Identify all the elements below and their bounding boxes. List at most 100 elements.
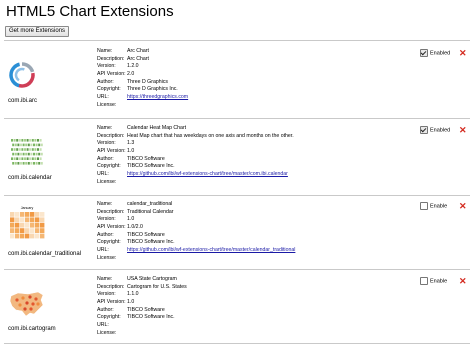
name-label: Name:	[97, 276, 113, 282]
heatmap-cell	[38, 143, 41, 147]
calendar-day-cell	[15, 233, 20, 239]
name-value: Arc Chart	[127, 48, 149, 54]
heatmap-cell	[33, 143, 35, 147]
heatmap-cell	[29, 139, 32, 142]
name-value: calendar_traditional	[127, 201, 173, 207]
api-version-value: 1.0	[127, 148, 135, 155]
description-label: Description:	[97, 208, 125, 215]
calendar-day-cell	[30, 233, 35, 239]
cartogram-state-marker	[21, 296, 25, 300]
api-version-label: API Version:	[97, 224, 126, 231]
heatmap-cell	[31, 139, 34, 142]
heatmap-cell	[24, 139, 26, 142]
author-label: Author:	[97, 306, 114, 313]
cartogram-state-marker	[34, 297, 38, 301]
enable-toggle[interactable]: Enable	[420, 277, 447, 285]
version-label: Version:	[97, 63, 116, 70]
name-value: Calendar Heat Map Chart	[127, 125, 187, 131]
url-label: URL:	[97, 322, 109, 329]
cartogram-state-marker	[23, 307, 27, 311]
copyright-label: Copyright:	[97, 239, 121, 246]
description-label: Description:	[97, 132, 125, 139]
calendar-day-cell	[25, 222, 30, 228]
heatmap-cell	[12, 152, 15, 156]
heatmap-cell	[40, 152, 43, 156]
url-label: URL:	[97, 247, 109, 254]
calendar-day-cell	[35, 217, 40, 223]
author-label: Author:	[97, 78, 114, 85]
enabled-checkbox[interactable]	[420, 49, 428, 57]
heatmap-cell	[14, 143, 17, 147]
cartogram-state-marker	[25, 301, 29, 305]
heatmap-cell	[35, 152, 38, 156]
close-icon[interactable]: ✕	[459, 48, 467, 58]
heatmap-cell	[14, 162, 17, 165]
author-value: TIBCO Software	[127, 231, 165, 238]
url-label: URL:	[97, 94, 109, 101]
heatmap-cell	[34, 157, 37, 160]
heatmap-cell	[29, 157, 32, 160]
author-value: TIBCO Software	[127, 155, 165, 162]
enable-toggle[interactable]: Enabled	[420, 49, 450, 57]
calendar-day-cell	[15, 228, 20, 233]
api-version-value: 1.0/2.0	[127, 224, 143, 231]
copyright-label: Copyright:	[97, 314, 121, 321]
name-label: Name:	[97, 48, 113, 54]
extension-id: com.ibi.calendar_traditional	[8, 251, 82, 257]
heatmap-cell	[39, 139, 42, 142]
heatmap-cell	[25, 162, 28, 165]
heatmap-cell	[26, 157, 29, 160]
extension-details: Name: Arc Chart Description: Arc Chart Ver…	[97, 48, 188, 110]
enable-toggle[interactable]: Enabled	[420, 126, 450, 134]
heatmap-cell	[20, 143, 22, 147]
heatmap-cell	[30, 152, 33, 156]
name-value: USA State Cartogram	[127, 276, 177, 282]
cartogram-state-marker	[18, 303, 22, 307]
heatmap-cell	[37, 139, 39, 142]
close-icon[interactable]: ✕	[459, 125, 467, 135]
heatmap-cell	[35, 143, 38, 147]
calendar-day-cell	[35, 212, 40, 217]
api-version-value: 2.0	[127, 71, 135, 78]
heatmap-cell	[25, 152, 28, 156]
heatmap-cell	[39, 157, 42, 160]
enable-label: Enable	[430, 203, 448, 210]
heatmap-cell	[34, 139, 37, 142]
close-icon[interactable]: ✕	[459, 201, 467, 211]
url-link[interactable]: https://github.com/ibi/wf-extensions-cha…	[127, 247, 295, 255]
arc-chart-thumbnail	[8, 58, 46, 92]
calendar-day-cell	[10, 222, 15, 228]
close-icon[interactable]: ✕	[459, 276, 467, 286]
heatmap-cell	[25, 143, 28, 147]
enable-checkbox[interactable]	[420, 277, 428, 285]
heatmap-cell	[22, 152, 25, 156]
heatmap-cell	[31, 157, 34, 160]
enable-label: Enable	[430, 278, 448, 285]
description-label: Description:	[97, 283, 125, 290]
enabled-checkbox[interactable]	[420, 126, 428, 134]
extension-details: Name: USA State Cartogram Description: Car…	[97, 276, 187, 338]
calendar-day-cell	[30, 212, 35, 217]
url-link[interactable]: https://threedgraphics.com	[127, 94, 188, 102]
heatmap-cell	[21, 157, 24, 160]
api-version-value: 1.0	[127, 299, 135, 306]
version-label: Version:	[97, 140, 116, 147]
calendar-day-cell	[40, 233, 45, 239]
heatmap-cell	[17, 162, 20, 165]
heatmap-cell	[38, 152, 41, 156]
url-link[interactable]: https://github.com/ibi/wf-extensions-cha…	[127, 171, 288, 179]
cartogram-state-marker	[36, 302, 40, 306]
enable-label: Enabled	[430, 127, 451, 134]
heatmap-cell	[20, 162, 22, 165]
enable-checkbox[interactable]	[420, 202, 428, 210]
heatmap-cell	[39, 148, 42, 151]
calendar-day-cell	[25, 228, 30, 233]
calendar-day-cell	[25, 233, 30, 239]
enable-toggle[interactable]: Enable	[420, 202, 447, 210]
author-label: Author:	[97, 155, 114, 162]
usa-cartogram-thumbnail	[8, 286, 46, 320]
heatmap-cell	[13, 157, 16, 160]
calendar-day-cell	[35, 222, 40, 228]
get-more-extensions-button[interactable]: Get more Extensions	[5, 26, 70, 37]
heatmap-cell	[16, 148, 19, 151]
